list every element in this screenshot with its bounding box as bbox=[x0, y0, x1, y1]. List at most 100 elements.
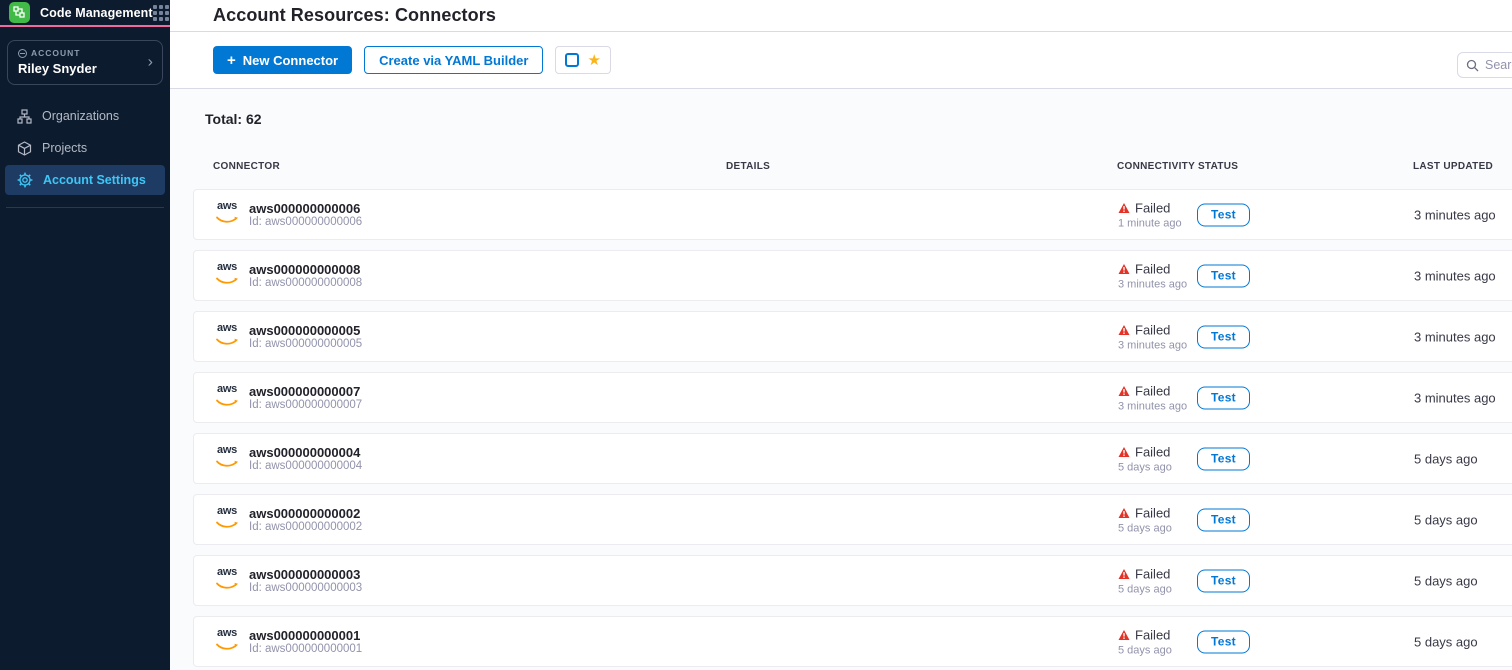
status-time: 3 minutes ago bbox=[1118, 339, 1187, 351]
connector-id: Id: aws000000000002 bbox=[249, 521, 362, 534]
connector-name-stack: aws000000000006 Id: aws000000000006 bbox=[249, 201, 362, 229]
sidebar-item-label: Account Settings bbox=[43, 173, 146, 187]
connectivity-status-cell: Failed 5 days ago bbox=[1118, 505, 1172, 534]
connector-id: Id: aws000000000001 bbox=[249, 643, 362, 656]
column-header-last-updated: LAST UPDATED bbox=[1413, 161, 1493, 172]
account-scope-selector[interactable]: ACCOUNT Riley Snyder › bbox=[7, 40, 163, 85]
connectivity-status-cell: Failed 5 days ago bbox=[1118, 444, 1172, 473]
table-row[interactable]: aws aws000000000007 Id: aws000000000007 … bbox=[193, 372, 1512, 423]
sidebar-item-projects[interactable]: Projects bbox=[5, 133, 165, 163]
last-updated: 3 minutes ago bbox=[1414, 268, 1496, 283]
table-row[interactable]: aws aws000000000004 Id: aws000000000004 … bbox=[193, 433, 1512, 484]
page-title: Account Resources: Connectors bbox=[213, 5, 496, 26]
connector-name-stack: aws000000000004 Id: aws000000000004 bbox=[249, 445, 362, 473]
connector-name: aws000000000003 bbox=[249, 567, 362, 582]
status-text: Failed bbox=[1135, 261, 1170, 276]
test-button[interactable]: Test bbox=[1197, 264, 1250, 287]
connector-name: aws000000000002 bbox=[249, 506, 362, 521]
sidebar: Code Management ACCOUNT Riley Snyder › O… bbox=[0, 0, 170, 670]
favorites-checkbox[interactable] bbox=[565, 53, 579, 67]
test-button[interactable]: Test bbox=[1197, 325, 1250, 348]
star-icon[interactable]: ★ bbox=[587, 53, 600, 68]
status-text: Failed bbox=[1135, 200, 1170, 215]
favorites-filter-group: ★ bbox=[555, 46, 610, 74]
connector-name-stack: aws000000000005 Id: aws000000000005 bbox=[249, 323, 362, 351]
table-row[interactable]: aws aws000000000003 Id: aws000000000003 … bbox=[193, 555, 1512, 606]
main-area: Account Resources: Connectors + New Conn… bbox=[170, 0, 1512, 670]
last-updated: 5 days ago bbox=[1414, 451, 1478, 466]
connector-cell[interactable]: aws aws000000000004 Id: aws000000000004 bbox=[214, 445, 362, 473]
test-button[interactable]: Test bbox=[1197, 569, 1250, 592]
aws-icon: aws bbox=[214, 384, 240, 412]
status-text: Failed bbox=[1135, 383, 1170, 398]
connectivity-status-cell: Failed 3 minutes ago bbox=[1118, 322, 1187, 351]
warning-triangle-icon bbox=[1118, 324, 1130, 335]
connector-id: Id: aws000000000003 bbox=[249, 582, 362, 595]
connector-id: Id: aws000000000007 bbox=[249, 399, 362, 412]
sidebar-item-label: Organizations bbox=[42, 109, 119, 123]
search-input[interactable] bbox=[1485, 58, 1512, 72]
table-row[interactable]: aws aws000000000001 Id: aws000000000001 … bbox=[193, 616, 1512, 667]
code-management-logo-icon[interactable] bbox=[9, 2, 30, 23]
connectivity-status-cell: Failed 3 minutes ago bbox=[1118, 261, 1187, 290]
connectivity-status-cell: Failed 3 minutes ago bbox=[1118, 383, 1187, 412]
warning-triangle-icon bbox=[1118, 507, 1130, 518]
connector-cell[interactable]: aws aws000000000001 Id: aws000000000001 bbox=[214, 628, 362, 656]
aws-icon: aws bbox=[214, 201, 240, 229]
total-label: Total: bbox=[205, 111, 242, 127]
aws-icon: aws bbox=[214, 262, 240, 290]
warning-triangle-icon bbox=[1118, 446, 1130, 457]
connector-cell[interactable]: aws aws000000000005 Id: aws000000000005 bbox=[214, 323, 362, 351]
aws-icon: aws bbox=[214, 323, 240, 351]
status-text: Failed bbox=[1135, 322, 1170, 337]
connector-name-stack: aws000000000003 Id: aws000000000003 bbox=[249, 567, 362, 595]
org-chart-icon bbox=[17, 109, 32, 124]
status-text: Failed bbox=[1135, 627, 1170, 642]
sidebar-item-organizations[interactable]: Organizations bbox=[5, 101, 165, 131]
yaml-builder-button[interactable]: Create via YAML Builder bbox=[364, 46, 543, 74]
connector-name-stack: aws000000000008 Id: aws000000000008 bbox=[249, 262, 362, 290]
aws-icon: aws bbox=[214, 567, 240, 595]
test-button[interactable]: Test bbox=[1197, 447, 1250, 470]
last-updated: 5 days ago bbox=[1414, 512, 1478, 527]
connectivity-status-cell: Failed 5 days ago bbox=[1118, 627, 1172, 656]
column-header-connectivity-status: CONNECTIVITY STATUS bbox=[1117, 161, 1238, 172]
test-button[interactable]: Test bbox=[1197, 386, 1250, 409]
chevron-right-icon[interactable]: › bbox=[148, 54, 153, 70]
connector-id: Id: aws000000000005 bbox=[249, 338, 362, 351]
sidebar-item-label: Projects bbox=[42, 141, 87, 155]
connector-name: aws000000000001 bbox=[249, 628, 362, 643]
module-grid-icon[interactable] bbox=[153, 5, 169, 21]
cube-icon bbox=[17, 141, 32, 156]
table-row[interactable]: aws aws000000000002 Id: aws000000000002 … bbox=[193, 494, 1512, 545]
connector-cell[interactable]: aws aws000000000006 Id: aws000000000006 bbox=[214, 201, 362, 229]
table-row[interactable]: aws aws000000000008 Id: aws000000000008 … bbox=[193, 250, 1512, 301]
connector-name-stack: aws000000000001 Id: aws000000000001 bbox=[249, 628, 362, 656]
search-icon bbox=[1466, 59, 1479, 72]
sidebar-nav: Organizations Projects Account Settings bbox=[0, 101, 170, 195]
connector-name: aws000000000008 bbox=[249, 262, 362, 277]
last-updated: 5 days ago bbox=[1414, 634, 1478, 649]
column-header-details: DETAILS bbox=[726, 161, 770, 172]
table-row[interactable]: aws aws000000000006 Id: aws000000000006 … bbox=[193, 189, 1512, 240]
connector-rows: aws aws000000000006 Id: aws000000000006 … bbox=[170, 189, 1512, 670]
connector-cell[interactable]: aws aws000000000002 Id: aws000000000002 bbox=[214, 506, 362, 534]
warning-triangle-icon bbox=[1118, 385, 1130, 396]
connector-name: aws000000000006 bbox=[249, 201, 362, 216]
connector-cell[interactable]: aws aws000000000008 Id: aws000000000008 bbox=[214, 262, 362, 290]
new-connector-button[interactable]: + New Connector bbox=[213, 46, 352, 74]
test-button[interactable]: Test bbox=[1197, 630, 1250, 653]
sidebar-item-account-settings[interactable]: Account Settings bbox=[5, 165, 165, 195]
test-button[interactable]: Test bbox=[1197, 508, 1250, 531]
test-button[interactable]: Test bbox=[1197, 203, 1250, 226]
connector-cell[interactable]: aws aws000000000003 Id: aws000000000003 bbox=[214, 567, 362, 595]
connectivity-status-cell: Failed 1 minute ago bbox=[1118, 200, 1182, 229]
connector-name-stack: aws000000000002 Id: aws000000000002 bbox=[249, 506, 362, 534]
connector-cell[interactable]: aws aws000000000007 Id: aws000000000007 bbox=[214, 384, 362, 412]
total-value: 62 bbox=[246, 111, 262, 127]
table-row[interactable]: aws aws000000000005 Id: aws000000000005 … bbox=[193, 311, 1512, 362]
aws-icon: aws bbox=[214, 506, 240, 534]
status-text: Failed bbox=[1135, 505, 1170, 520]
aws-icon: aws bbox=[214, 628, 240, 656]
connector-name-stack: aws000000000007 Id: aws000000000007 bbox=[249, 384, 362, 412]
